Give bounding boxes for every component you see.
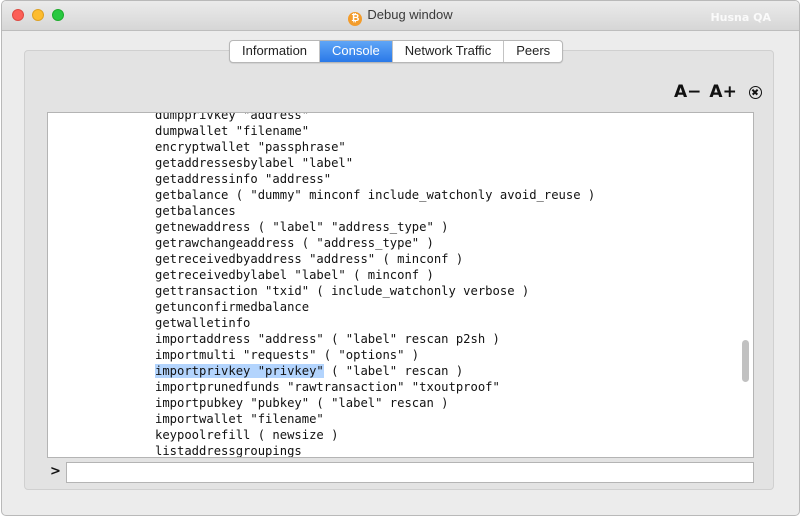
tab-peers[interactable]: Peers bbox=[504, 41, 562, 62]
selected-text: importprivkey "privkey" bbox=[155, 364, 324, 378]
window-title-wrap: ₿ Debug window bbox=[2, 7, 799, 26]
console-line: getbalances bbox=[155, 204, 236, 218]
scrollbar-thumb[interactable] bbox=[742, 340, 749, 382]
console-output[interactable]: dumpprivkey "address" dumpwallet "filenam… bbox=[47, 112, 754, 458]
console-line: getunconfirmedbalance bbox=[155, 300, 310, 314]
console-toolbar: A− A+ bbox=[674, 82, 762, 102]
console-line: listaddressgroupings bbox=[155, 444, 302, 458]
console-line: importmulti "requests" ( "options" ) bbox=[155, 348, 420, 362]
console-line: getrawchangeaddress ( "address_type" ) bbox=[155, 236, 434, 250]
console-line: getreceivedbyaddress "address" ( minconf… bbox=[155, 252, 464, 266]
tab-information[interactable]: Information bbox=[230, 41, 321, 62]
prompt-icon: > bbox=[50, 464, 61, 479]
watermark: Husna QA bbox=[710, 11, 771, 24]
console-line: importaddress "address" ( "label" rescan… bbox=[155, 332, 500, 346]
console-line: getnewaddress ( "label" "address_type" ) bbox=[155, 220, 449, 234]
console-line: getaddressesbylabel "label" bbox=[155, 156, 354, 170]
console-line: dumpprivkey "address" bbox=[155, 112, 310, 122]
console-line-rest: ( "label" rescan ) bbox=[323, 364, 464, 378]
console-lines: dumpprivkey "address" dumpwallet "filenam… bbox=[155, 112, 596, 458]
console-line: dumpwallet "filename" bbox=[155, 124, 310, 138]
console-line: importpubkey "pubkey" ( "label" rescan ) bbox=[155, 396, 449, 410]
command-input[interactable] bbox=[66, 462, 754, 483]
console-line: getbalance ( "dummy" minconf include_wat… bbox=[155, 188, 596, 202]
console-line: encryptwallet "passphrase" bbox=[155, 140, 346, 154]
title-bar: ₿ Debug window Husna QA bbox=[2, 1, 799, 31]
console-line: gettransaction "txid" ( include_watchonl… bbox=[155, 284, 530, 298]
bitcoin-icon: ₿ bbox=[348, 12, 363, 26]
console-line: importprivkey "privkey" ( "label" rescan… bbox=[155, 363, 595, 379]
font-smaller-button[interactable]: A− bbox=[674, 82, 701, 102]
console-line: getaddressinfo "address" bbox=[155, 172, 332, 186]
console-line: getwalletinfo bbox=[155, 316, 251, 330]
tab-network-traffic[interactable]: Network Traffic bbox=[393, 41, 505, 62]
font-larger-button[interactable]: A+ bbox=[709, 82, 736, 102]
tab-bar: Information Console Network Traffic Peer… bbox=[229, 40, 564, 63]
console-line: getreceivedbylabel "label" ( minconf ) bbox=[155, 268, 434, 282]
clear-console-icon[interactable] bbox=[748, 85, 762, 99]
console-line: importprunedfunds "rawtransaction" "txou… bbox=[155, 380, 500, 394]
tab-console[interactable]: Console bbox=[320, 41, 393, 62]
window-title: Debug window bbox=[367, 7, 453, 22]
console-line: importwallet "filename" bbox=[155, 412, 324, 426]
console-line: keypoolrefill ( newsize ) bbox=[155, 428, 339, 442]
